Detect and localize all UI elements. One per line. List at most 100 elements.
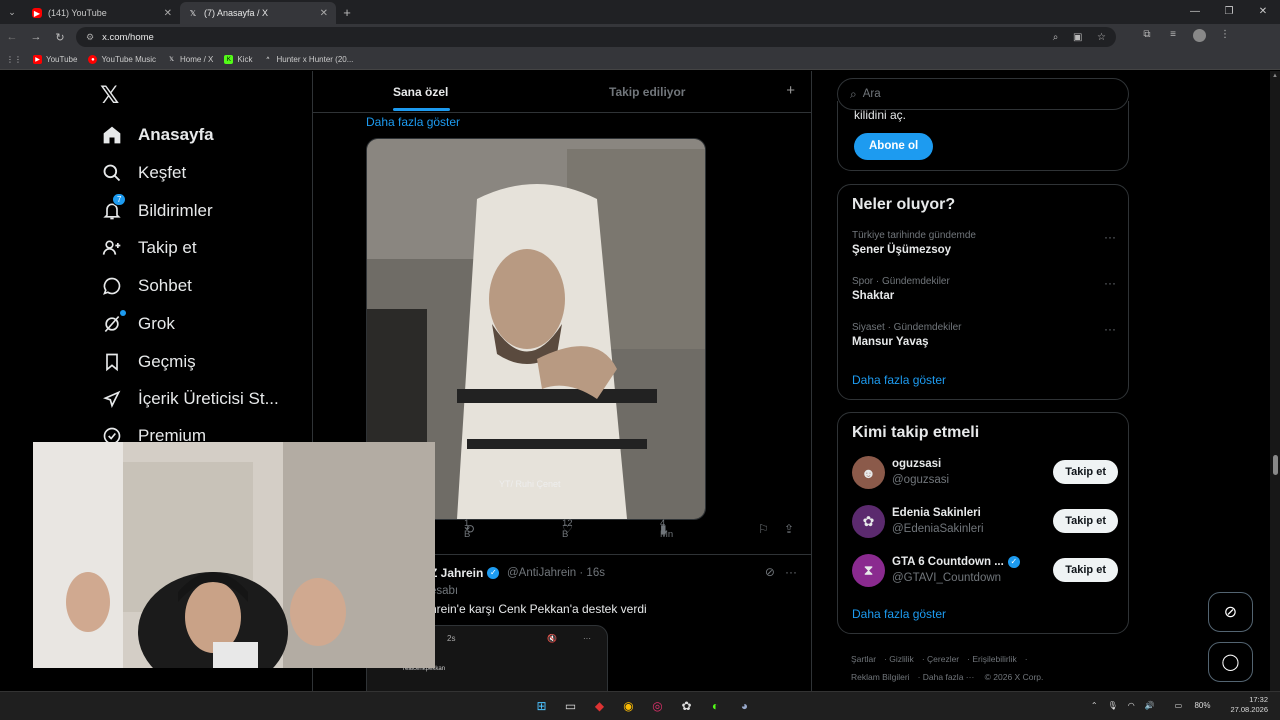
subscribe-button[interactable]: Abone ol: [854, 133, 934, 160]
footer-links: Şartlar · Gizlilik · Çerezler · Erişilebili…: [851, 654, 1044, 682]
tab-for-you[interactable]: Sana özel: [393, 85, 448, 99]
footer-link[interactable]: Erişilebilirlik: [972, 654, 1016, 664]
follow-button[interactable]: Takip et: [1053, 509, 1118, 533]
suggestion-name[interactable]: oguzsasi: [892, 458, 941, 470]
trend-item[interactable]: Siyaset · Gündemdekiler Mansur Yavaş ···: [852, 322, 1118, 348]
browser-tab-x[interactable]: 𝕏 (7) Anasayfa / X ✕: [180, 2, 336, 24]
footer-link[interactable]: Şartlar: [851, 654, 876, 664]
bookmark-label: Kick: [237, 55, 253, 64]
browser-tab-youtube[interactable]: ▶ (141) YouTube ✕: [24, 2, 180, 24]
avatar[interactable]: ⧗: [852, 554, 885, 587]
scrollbar-thumb[interactable]: [1273, 455, 1278, 475]
footer-link[interactable]: Daha fazla ···: [923, 672, 975, 682]
clock[interactable]: 17:32 27.08.2026: [1220, 695, 1268, 715]
grok-fab-button[interactable]: ⊘: [1208, 592, 1253, 632]
kebab-menu-icon[interactable]: ⋮: [1212, 29, 1238, 45]
more-icon[interactable]: ···: [785, 565, 797, 579]
site-info-icon[interactable]: ⚙: [86, 32, 94, 43]
mute-icon[interactable]: 🔇: [547, 634, 557, 643]
avatar[interactable]: ✿: [852, 505, 885, 538]
add-tab-icon[interactable]: +: [786, 82, 795, 99]
reload-icon[interactable]: ↻: [48, 31, 72, 44]
nav-label: Grok: [138, 314, 175, 333]
star-icon[interactable]: ☆: [1097, 32, 1106, 43]
close-tab-icon[interactable]: ✕: [164, 8, 172, 19]
show-more-link[interactable]: Daha fazla göster: [366, 115, 460, 129]
scroll-up-icon[interactable]: ▲: [1272, 73, 1278, 79]
nav-home[interactable]: Anasayfa: [100, 120, 214, 150]
follow-button[interactable]: Takip et: [1053, 460, 1118, 484]
footer-link[interactable]: Çerezler: [927, 654, 959, 664]
who-to-follow-title: Kimi takip etmeli: [852, 424, 980, 441]
nav-bookmarks[interactable]: Geçmiş: [100, 347, 196, 377]
bookmark-home-x[interactable]: 𝕏 Home / X: [167, 55, 213, 64]
nav-notifications[interactable]: 7 Bildirimler: [100, 193, 213, 226]
trend-item[interactable]: Spor · Gündemdekiler Shaktar ···: [852, 276, 1118, 302]
video-watermark: YT/ Ruhi Çenet: [499, 479, 561, 489]
profile-avatar[interactable]: [1186, 29, 1212, 45]
app-icon[interactable]: ◆: [585, 696, 614, 716]
bookmark-kick[interactable]: K Kick: [224, 55, 252, 64]
footer-link[interactable]: Gizlilik: [889, 654, 914, 664]
tab-following[interactable]: Takip ediliyor: [609, 85, 685, 99]
volume-icon[interactable]: 🔊: [1145, 701, 1155, 710]
trends-show-more-link[interactable]: Daha fazla göster: [852, 373, 946, 387]
apps-grid-icon[interactable]: ⋮⋮: [6, 55, 22, 64]
chrome-icon[interactable]: ◉: [614, 696, 643, 716]
avatar[interactable]: ☻: [852, 456, 885, 489]
follow-suggestion[interactable]: ☻ oguzsasi @oguzsasi Takip et: [852, 456, 1118, 492]
nav-follow[interactable]: Takip et: [100, 233, 197, 263]
file-explorer-icon[interactable]: ▭: [556, 696, 585, 716]
x-logo-icon[interactable]: 𝕏: [100, 81, 119, 110]
nav-explore[interactable]: Keşfet: [100, 158, 186, 188]
footer-link[interactable]: Reklam Bilgileri: [851, 672, 910, 682]
more-icon[interactable]: ···: [1104, 230, 1116, 244]
bookmark-youtube[interactable]: ▶ YouTube: [33, 55, 77, 64]
tray-chevron-icon[interactable]: ⌃: [1091, 701, 1098, 710]
wifi-icon[interactable]: ◠: [1128, 701, 1135, 710]
steam-icon[interactable]: ◕: [730, 696, 759, 716]
new-tab-button[interactable]: +: [336, 5, 358, 20]
close-window-icon[interactable]: ✕: [1246, 0, 1280, 24]
maximize-icon[interactable]: ❐: [1212, 0, 1246, 24]
tab-search-chevron-icon[interactable]: ⌄: [0, 0, 24, 24]
address-bar[interactable]: ⚙ x.com/home ⌕ ▣ ☆: [76, 27, 1116, 47]
tweet-text: hrein'e karşı Cenk Pekkan'a destek verdi: [430, 602, 647, 616]
who-show-more-link[interactable]: Daha fazla göster: [852, 607, 946, 621]
back-icon[interactable]: ←: [0, 31, 24, 43]
minimize-icon[interactable]: —: [1178, 0, 1212, 24]
tweet-author[interactable]: Z Jahrein ✓: [430, 566, 500, 580]
start-icon[interactable]: ⊞: [527, 696, 556, 716]
tweet-handle[interactable]: @AntiJahrein · 16s: [507, 567, 605, 579]
page-scrollbar[interactable]: ▲: [1270, 71, 1280, 691]
bookmark-hunter[interactable]: ^ Hunter x Hunter (20...: [263, 55, 354, 64]
microphone-icon[interactable]: 🎙: [1108, 701, 1118, 710]
suggestion-name[interactable]: GTA 6 Countdown ... ✓: [892, 556, 1020, 568]
zoom-icon[interactable]: ⌕: [1053, 32, 1059, 43]
more-icon[interactable]: ···: [1104, 322, 1116, 336]
extensions-icon[interactable]: ⧉: [1134, 29, 1160, 45]
more-icon[interactable]: ···: [583, 634, 591, 643]
nav-grok[interactable]: Grok: [100, 309, 175, 339]
follow-suggestion[interactable]: ✿ Edenia Sakinleri @EdeniaSakinleri Taki…: [852, 505, 1118, 541]
reading-list-icon[interactable]: ≡: [1160, 29, 1186, 45]
nav-creator-studio[interactable]: İçerik Üreticisi St...: [100, 384, 279, 414]
messages-fab-button[interactable]: ◯: [1208, 642, 1253, 682]
search-box[interactable]: ⌕ Ara: [837, 78, 1129, 110]
more-icon[interactable]: ···: [1104, 276, 1116, 290]
suggestion-name[interactable]: Edenia Sakinleri: [892, 507, 981, 519]
cast-icon[interactable]: ▣: [1073, 32, 1082, 43]
follow-suggestion[interactable]: ⧗ GTA 6 Countdown ... ✓ @GTAVI_Countdown …: [852, 554, 1118, 590]
grok-icon[interactable]: ⊘: [765, 565, 775, 579]
follow-button[interactable]: Takip et: [1053, 558, 1118, 582]
kick-icon[interactable]: ◐: [701, 696, 730, 716]
nav-chat[interactable]: Sohbet: [100, 271, 192, 301]
battery-indicator[interactable]: ▭ 80%: [1165, 701, 1211, 710]
openai-icon[interactable]: ✿: [672, 696, 701, 716]
forward-icon[interactable]: →: [24, 31, 48, 43]
trend-item[interactable]: Türkiye tarihinde gündemde Şener Üşümezs…: [852, 230, 1118, 256]
url-text[interactable]: x.com/home: [102, 32, 1041, 43]
close-tab-icon[interactable]: ✕: [320, 8, 328, 19]
instagram-icon[interactable]: ◎: [643, 696, 672, 716]
bookmark-youtube-music[interactable]: ● YouTube Music: [88, 55, 156, 64]
